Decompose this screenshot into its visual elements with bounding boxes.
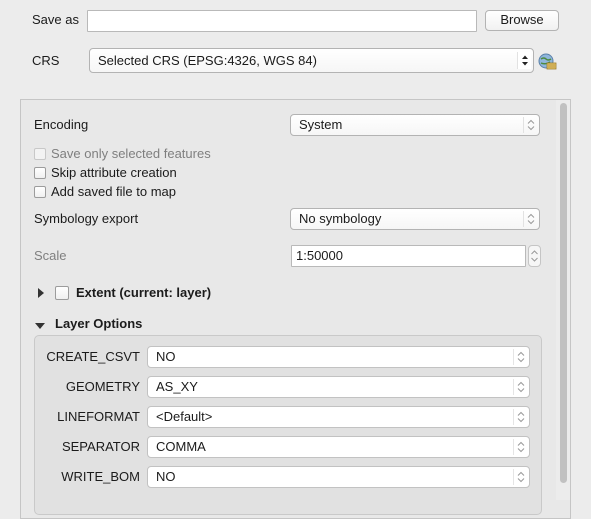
encoding-select[interactable]: System	[290, 114, 540, 136]
symbology-value: No symbology	[299, 211, 382, 226]
option-value: NO	[156, 349, 176, 364]
globe-icon	[538, 53, 557, 70]
updown-arrows-icon	[523, 211, 537, 227]
encoding-label: Encoding	[34, 117, 89, 132]
crs-select-value: Selected CRS (EPSG:4326, WGS 84)	[98, 53, 317, 68]
updown-arrows-icon	[513, 409, 527, 425]
extent-checkbox[interactable]	[55, 286, 69, 300]
updown-arrows-icon	[523, 117, 537, 133]
symbology-select[interactable]: No symbology	[290, 208, 540, 230]
option-select-create-csvt[interactable]: NO	[147, 346, 530, 368]
skip-attribute-label: Skip attribute creation	[51, 165, 177, 180]
scale-stepper[interactable]	[528, 245, 541, 267]
skip-attribute-checkbox[interactable]	[34, 167, 46, 179]
save-selected-label: Save only selected features	[51, 146, 211, 161]
option-label-geometry: GEOMETRY	[65, 379, 140, 394]
scale-value: 1:50000	[296, 248, 343, 263]
crs-selector-button[interactable]	[536, 50, 558, 72]
scrollbar-thumb[interactable]	[560, 103, 567, 483]
save-as-label: Save as	[32, 12, 79, 27]
layer-options-collapse-toggle[interactable]	[34, 319, 46, 329]
save-as-input[interactable]	[87, 10, 477, 32]
option-label-write-bom: WRITE_BOM	[61, 469, 140, 484]
extent-expand-toggle[interactable]	[36, 287, 46, 299]
option-value: NO	[156, 469, 176, 484]
option-label-create-csvt: CREATE_CSVT	[46, 349, 140, 364]
add-to-map-label: Add saved file to map	[51, 184, 177, 199]
option-select-lineformat[interactable]: <Default>	[147, 406, 530, 428]
updown-arrows-icon	[513, 379, 527, 395]
triangle-down-icon	[35, 323, 45, 329]
updown-arrows-icon	[531, 250, 538, 262]
option-value: COMMA	[156, 439, 206, 454]
add-to-map-checkbox[interactable]	[34, 186, 46, 198]
crs-label: CRS	[32, 53, 60, 68]
scale-label: Scale	[34, 248, 67, 263]
save-selected-checkbox[interactable]	[34, 148, 46, 160]
encoding-value: System	[299, 117, 343, 132]
option-select-write-bom[interactable]: NO	[147, 466, 530, 488]
triangle-right-icon	[38, 288, 44, 298]
extent-label: Extent (current: layer)	[76, 285, 212, 300]
option-label-lineformat: LINEFORMAT	[57, 409, 140, 424]
scale-input[interactable]: 1:50000	[291, 245, 526, 267]
updown-arrows-icon	[513, 439, 527, 455]
symbology-label: Symbology export	[34, 211, 139, 226]
option-value: <Default>	[156, 409, 213, 424]
option-select-separator[interactable]: COMMA	[147, 436, 530, 458]
updown-arrows-icon	[513, 469, 527, 485]
option-select-geometry[interactable]: AS_XY	[147, 376, 530, 398]
updown-arrows-icon	[513, 349, 527, 365]
updown-arrows-icon	[517, 52, 531, 69]
browse-button[interactable]: Browse	[485, 10, 559, 31]
layer-options-title: Layer Options	[55, 316, 143, 331]
crs-select[interactable]: Selected CRS (EPSG:4326, WGS 84)	[89, 48, 534, 73]
option-value: AS_XY	[156, 379, 198, 394]
option-label-separator: SEPARATOR	[61, 439, 140, 454]
